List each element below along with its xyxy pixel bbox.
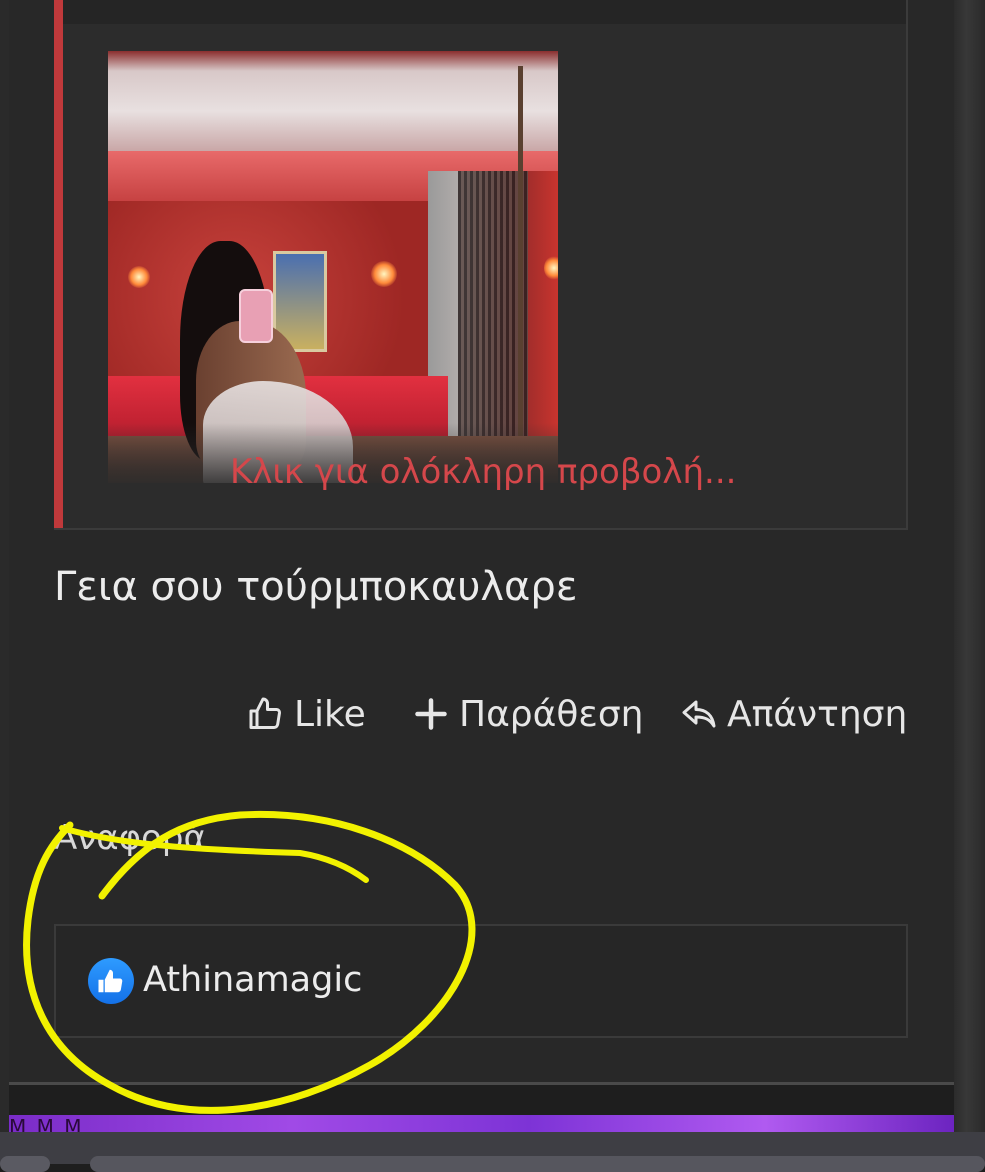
quote-label: Παράθεση: [459, 693, 644, 735]
quote-header: [63, 0, 906, 24]
reaction-user-link[interactable]: Athinamagic: [143, 960, 362, 1000]
quote-block: [54, 0, 908, 530]
page-background-left: [0, 0, 9, 1164]
page-background-right: [954, 0, 985, 1164]
post-body-text: Γεια σου τούρμποκαυλαρε: [54, 564, 578, 610]
report-link[interactable]: Αναφορά: [54, 818, 206, 858]
reply-label: Απάντηση: [727, 693, 908, 735]
quote-accent-bar: [54, 0, 63, 528]
like-button[interactable]: Like: [248, 692, 366, 736]
like-label: Like: [294, 693, 366, 735]
quote-button[interactable]: Παράθεση: [413, 692, 644, 736]
reply-arrow-icon: [682, 700, 716, 728]
browser-address-bar[interactable]: [90, 1156, 985, 1172]
reply-button[interactable]: Απάντηση: [681, 692, 907, 736]
quoted-photo[interactable]: [108, 51, 558, 483]
expand-quote-link[interactable]: Κλικ για ολόκληρη προβολή...: [230, 452, 736, 492]
post-divider: [9, 1082, 954, 1085]
plus-icon: [415, 698, 447, 730]
like-reaction-icon: [88, 958, 134, 1004]
thumbs-up-icon: [249, 697, 282, 729]
browser-tab-button[interactable]: [0, 1156, 50, 1172]
